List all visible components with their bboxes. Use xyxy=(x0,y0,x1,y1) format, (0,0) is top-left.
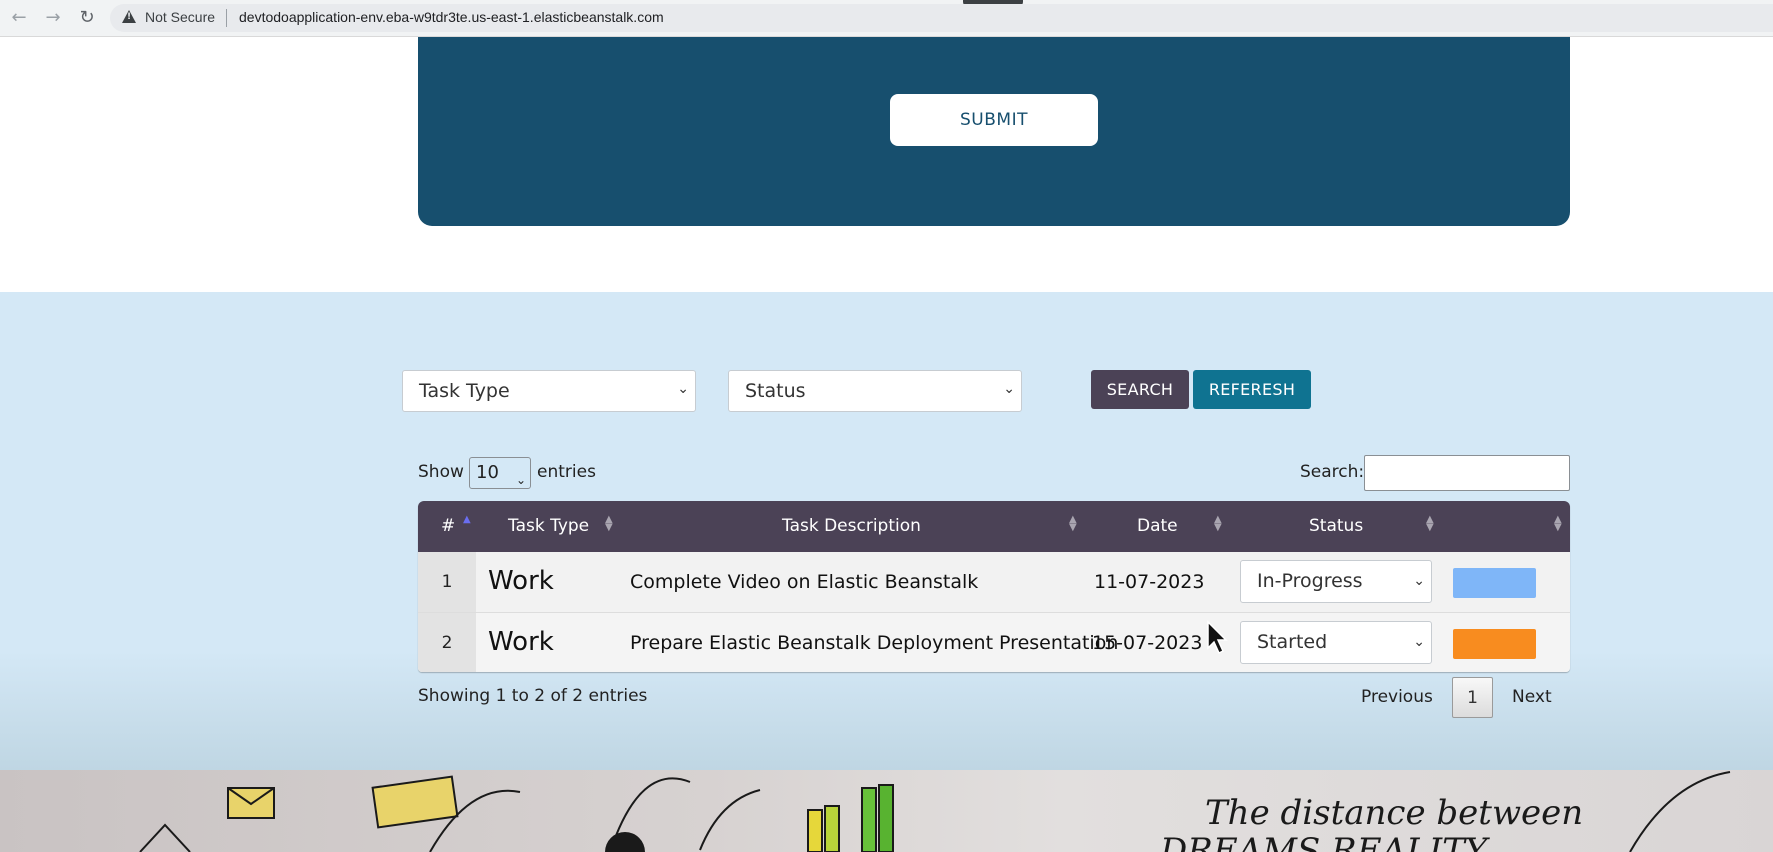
page-length-value: 10 xyxy=(476,462,499,483)
forward-arrow-icon[interactable]: → xyxy=(42,7,64,29)
url-text[interactable]: devtodoapplication-env.eba-w9tdr3te.us-e… xyxy=(239,9,664,25)
refresh-button[interactable]: REFERESH xyxy=(1193,370,1311,409)
chevron-down-icon: ⌄ xyxy=(1413,634,1425,650)
column-header-date[interactable]: Date xyxy=(1137,516,1178,536)
banner-illustration: The distance between DREAMS REALITY xyxy=(139,771,1731,852)
table-search-input[interactable] xyxy=(1364,455,1570,491)
back-arrow-icon[interactable]: ← xyxy=(8,7,30,29)
banner-quote-line2: DREAMS REALITY xyxy=(1159,831,1491,852)
mouse-cursor-icon xyxy=(1207,620,1228,655)
row-number: 2 xyxy=(418,613,476,672)
column-header-status[interactable]: Status xyxy=(1309,516,1363,536)
status-select-value: Started xyxy=(1257,631,1328,653)
date-cell: 15-07-2023 xyxy=(1092,632,1203,654)
status-select[interactable]: In-Progress ⌄ xyxy=(1240,560,1432,603)
sort-icon: ▲ ▼ xyxy=(1069,514,1077,533)
row-number: 1 xyxy=(418,552,476,612)
date-cell: 11-07-2023 xyxy=(1094,571,1205,593)
chevron-down-icon: ⌄ xyxy=(1003,381,1015,397)
task-form-panel: SUBMIT xyxy=(418,37,1570,226)
task-type-cell: Work xyxy=(488,627,554,657)
chevron-down-icon: ⌄ xyxy=(677,381,689,397)
table-row: 2 Work Prepare Elastic Beanstalk Deploym… xyxy=(418,613,1570,672)
sort-icon: ▲ ▼ xyxy=(1554,514,1562,533)
chevron-down-icon: ⌄ xyxy=(1413,573,1425,589)
chevron-down-icon: ⌄ xyxy=(515,473,526,487)
entries-label: entries xyxy=(537,462,596,482)
task-type-filter-value: Task Type xyxy=(419,380,510,402)
table-search-label: Search: xyxy=(1300,462,1365,482)
column-header-task-type[interactable]: Task Type xyxy=(508,516,589,536)
page-number-button[interactable]: 1 xyxy=(1452,677,1493,718)
task-table: # ▲ Task Type ▲ ▼ Task Description ▲ ▼ Dat… xyxy=(418,501,1570,672)
task-description-cell: Complete Video on Elastic Beanstalk xyxy=(630,571,979,593)
next-page-button[interactable]: Next xyxy=(1512,687,1552,707)
security-label[interactable]: Not Secure xyxy=(145,9,215,25)
sort-icon: ▲ ▼ xyxy=(1426,514,1434,533)
task-description-cell: Prepare Elastic Beanstalk Deployment Pre… xyxy=(630,632,1119,654)
table-info: Showing 1 to 2 of 2 entries xyxy=(418,686,648,706)
warning-icon[interactable] xyxy=(122,10,136,23)
task-type-cell: Work xyxy=(488,566,554,596)
color-chip[interactable] xyxy=(1453,629,1536,659)
motivational-banner-image: The distance between DREAMS REALITY xyxy=(0,770,1773,852)
status-select[interactable]: Started ⌄ xyxy=(1240,621,1432,664)
address-bar[interactable]: Not Secure devtodoapplication-env.eba-w9… xyxy=(110,4,1773,32)
table-row: 1 Work Complete Video on Elastic Beansta… xyxy=(418,552,1570,613)
search-button[interactable]: SEARCH xyxy=(1091,370,1189,409)
page-length-select[interactable]: 10 ⌄ xyxy=(469,457,531,489)
sort-icon: ▲ ▼ xyxy=(1214,514,1222,533)
submit-button[interactable]: SUBMIT xyxy=(890,94,1098,146)
column-header-number[interactable]: # xyxy=(441,516,455,536)
status-filter[interactable]: Status ⌄ xyxy=(728,370,1022,412)
browser-toolbar: ← → ↻ Not Secure devtodoapplication-env.… xyxy=(0,0,1773,37)
sort-icon: ▲ ▼ xyxy=(605,514,613,533)
status-filter-value: Status xyxy=(745,380,806,402)
table-header: # ▲ Task Type ▲ ▼ Task Description ▲ ▼ Dat… xyxy=(418,501,1570,552)
color-chip[interactable] xyxy=(1453,568,1536,598)
reload-icon[interactable]: ↻ xyxy=(76,7,98,29)
previous-page-button[interactable]: Previous xyxy=(1361,687,1433,707)
show-label: Show xyxy=(418,462,464,482)
task-type-filter[interactable]: Task Type ⌄ xyxy=(402,370,696,412)
url-separator xyxy=(226,9,227,27)
status-select-value: In-Progress xyxy=(1257,570,1363,592)
banner-quote: The distance between xyxy=(1205,793,1583,833)
column-header-task-description[interactable]: Task Description xyxy=(782,516,921,536)
sort-asc-icon: ▲ xyxy=(463,514,471,525)
